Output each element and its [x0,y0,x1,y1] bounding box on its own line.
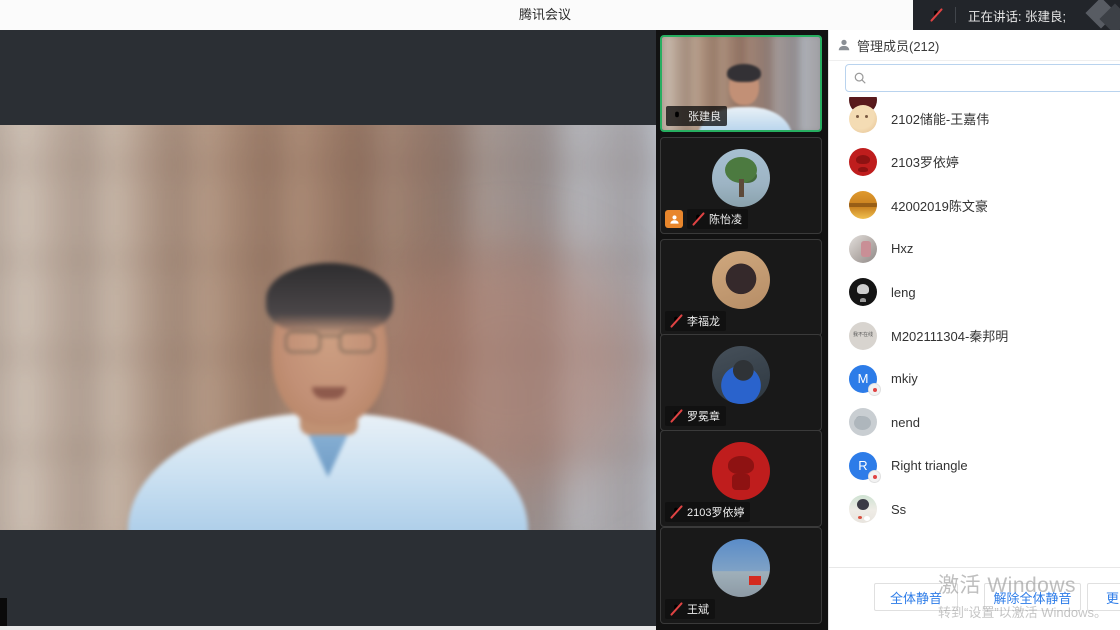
thumbnail-zhangjianliang[interactable]: 张建良 [660,35,822,132]
unmute-all-button[interactable]: 解除全体静音 [984,583,1081,611]
participant-name: 李福龙 [687,313,720,329]
member-row[interactable]: Ss [829,488,1120,531]
member-name: leng [891,285,916,300]
search-box[interactable] [845,64,1120,92]
member-avatar: M [849,365,877,393]
member-panel-header: 管理成员(212) [829,30,1120,61]
search-area [829,61,1120,97]
avatar-photo [712,539,770,597]
speaker-figure [0,125,656,530]
member-avatar [849,408,877,436]
member-avatar [849,105,877,133]
member-avatar: R [849,452,877,480]
mic-muted-icon [669,602,683,616]
member-row[interactable]: 2103罗依婷 [829,140,1120,183]
participant-name: 王斌 [687,601,709,617]
member-row[interactable]: 我不在线 M202111304-秦邦明 [829,314,1120,357]
mic-muted-icon [669,314,683,328]
thumbnail-wangbin[interactable]: 王斌 [660,527,822,624]
participant-name: 张建良 [688,108,721,124]
divider [955,7,956,23]
thumbnail-luomianzhang[interactable]: 罗冕章 [660,334,822,431]
avatar-photo [712,346,770,404]
member-name: Right triangle [891,458,968,473]
thumbnail-luoyiting[interactable]: 2103罗依婷 [660,430,822,527]
member-name: Hxz [891,241,913,256]
member-name: 2102储能-王嘉伟 [891,109,989,128]
member-name: nend [891,415,920,430]
member-avatar [849,148,877,176]
main-speaker-video [0,125,656,530]
thumbnail-chenyiling[interactable]: 陈怡凌 [660,137,822,234]
member-name: Ss [891,502,906,517]
bottom-edge-strip [0,626,656,630]
more-button[interactable]: 更多 [1087,583,1120,611]
title-bar: 腾讯会议 正在讲话: 张建良; [0,0,1120,30]
member-row[interactable]: 2102储能-王嘉伟 [829,97,1120,140]
member-list[interactable]: 2102储能-王嘉伟 2103罗依婷 42002019陈文豪 Hxz leng [829,97,1120,567]
search-input[interactable] [867,65,1120,91]
mic-muted-icon [929,8,943,22]
member-panel: 管理成员(212) 2102储能-王嘉伟 2103罗依婷 42 [828,30,1120,630]
member-avatar: 我不在线 [849,322,877,350]
member-row[interactable]: leng [829,271,1120,314]
hand-raised-badge [665,210,683,228]
member-avatar [849,235,877,263]
mic-muted-icon [669,505,683,519]
avatar-cartoon [712,442,770,500]
member-avatar [849,191,877,219]
mic-muted-icon [691,212,705,226]
member-panel-footer: 全体静音 解除全体静音 更多 [829,567,1120,630]
taskbar-notch [0,598,7,626]
thumbnail-lifulong[interactable]: 李福龙 [660,239,822,336]
phone-status-badge [868,383,881,396]
member-row[interactable]: M mkiy [829,357,1120,400]
member-name: M202111304-秦邦明 [891,326,1008,345]
participant-thumbnail-strip: 张建良 陈怡凌 李福龙 [656,30,828,630]
member-name: mkiy [891,371,918,386]
mic-on-icon [670,109,684,123]
search-icon [853,71,867,85]
mute-all-button[interactable]: 全体静音 [874,583,958,611]
members-icon [837,38,851,52]
member-avatar [849,495,877,523]
participant-name: 2103罗依婷 [687,504,744,520]
member-row[interactable]: nend [829,401,1120,444]
mic-muted-icon [669,409,683,423]
member-row[interactable]: 42002019陈文豪 [829,184,1120,227]
member-name: 42002019陈文豪 [891,196,988,215]
speaking-status-text: 正在讲话: 张建良; [968,6,1066,25]
member-name: 2103罗依婷 [891,152,959,171]
member-row[interactable]: R Right triangle [829,444,1120,487]
participant-name: 罗冕章 [687,408,720,424]
phone-status-badge [868,470,881,483]
participant-name: 陈怡凌 [709,211,742,227]
speaking-status-bar: 正在讲话: 张建良; [913,0,1120,30]
avatar-photo [712,251,770,309]
member-panel-title: 管理成员(212) [857,36,939,55]
member-row[interactable]: Hxz [829,227,1120,270]
main-video-stage[interactable] [0,30,656,630]
member-avatar [849,278,877,306]
avatar-tree [712,149,770,207]
meeting-window: 腾讯会议 正在讲话: 张建良; [0,0,1120,630]
